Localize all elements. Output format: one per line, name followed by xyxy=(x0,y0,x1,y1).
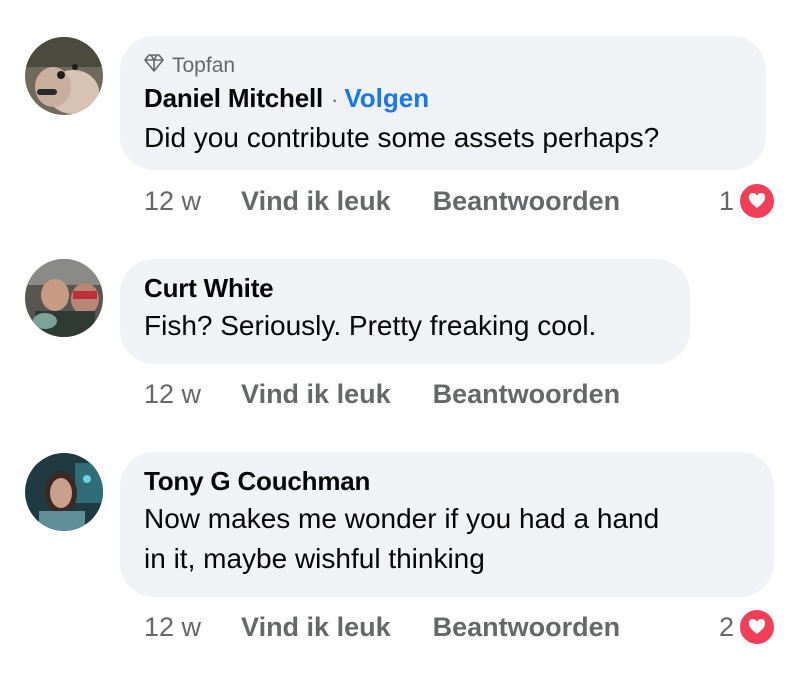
diamond-icon xyxy=(144,54,164,78)
comment-bubble: Topfan Daniel Mitchell · Volgen Did you … xyxy=(120,36,766,170)
reaction-count: 1 xyxy=(718,185,734,216)
like-button[interactable]: Vind ik leuk xyxy=(241,186,391,217)
reply-button[interactable]: Beantwoorden xyxy=(433,379,621,410)
top-fan-badge: Topfan xyxy=(144,53,766,79)
reaction-summary[interactable]: 2 xyxy=(719,607,776,647)
comment-text-line: Now makes me wonder if you had a hand xyxy=(144,503,660,534)
timestamp-link[interactable]: 12 w xyxy=(144,186,201,217)
author-name[interactable]: Tony G Couchman xyxy=(144,466,370,497)
avatar[interactable] xyxy=(25,37,103,115)
timestamp-link[interactable]: 12 w xyxy=(144,612,201,643)
comment-bubble: Tony G Couchman Now makes me wonder if y… xyxy=(120,452,774,597)
comment-text-line: in it, maybe wishful thinking xyxy=(144,543,485,574)
like-button[interactable]: Vind ik leuk xyxy=(241,379,391,410)
separator-dot: · xyxy=(331,87,339,112)
author-name[interactable]: Daniel Mitchell xyxy=(144,83,323,114)
reaction-summary[interactable]: 1 xyxy=(719,181,776,221)
reply-button[interactable]: Beantwoorden xyxy=(433,612,621,643)
reply-button[interactable]: Beantwoorden xyxy=(433,186,621,217)
like-button[interactable]: Vind ik leuk xyxy=(241,612,391,643)
avatar[interactable] xyxy=(25,453,103,531)
follow-link[interactable]: Volgen xyxy=(344,83,429,114)
comment-bubble: Curt White Fish? Seriously. Pretty freak… xyxy=(120,259,690,364)
badge-label: Topfan xyxy=(172,54,236,77)
author-name[interactable]: Curt White xyxy=(144,273,274,304)
comment-text: Did you contribute some assets perhaps? xyxy=(144,122,660,153)
timestamp-link[interactable]: 12 w xyxy=(144,379,201,410)
heart-icon xyxy=(738,608,776,646)
avatar[interactable] xyxy=(25,259,103,337)
comment-text: Fish? Seriously. Pretty freaking cool. xyxy=(144,310,597,341)
reaction-count: 2 xyxy=(718,611,734,642)
heart-icon xyxy=(738,182,776,220)
